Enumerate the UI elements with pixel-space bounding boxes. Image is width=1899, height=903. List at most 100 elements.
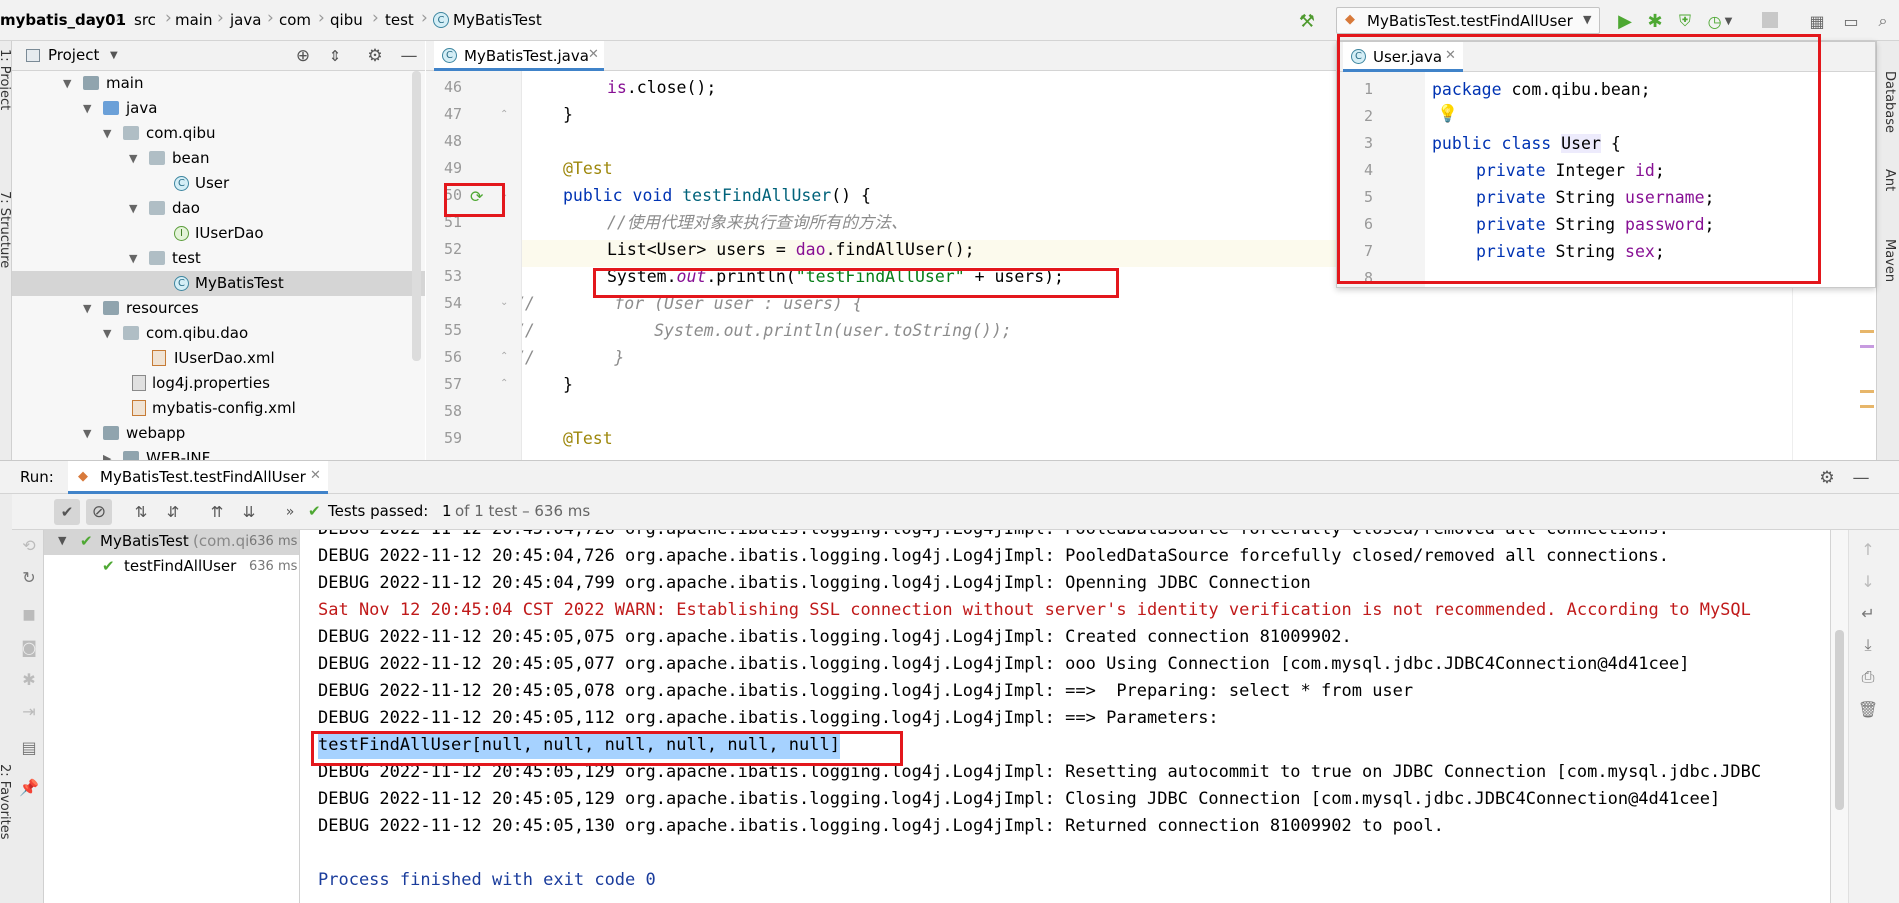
more-icon[interactable]: » <box>280 499 300 525</box>
run-icon[interactable]: ▶ <box>1614 10 1636 32</box>
locate-icon[interactable]: ⊕ <box>292 45 314 67</box>
debug-bug-icon[interactable]: ✱ <box>18 668 40 690</box>
debug-icon[interactable]: ✱ <box>1644 10 1666 32</box>
tree-item-webapp[interactable]: ▼ webapp <box>12 421 425 446</box>
sort-alpha-icon[interactable]: ⇅ <box>128 499 154 525</box>
minimize-icon[interactable]: — <box>1850 467 1872 489</box>
run-tab[interactable]: ◆ MyBatisTest.testFindAllUser ✕ <box>68 461 328 494</box>
code-line-59: @Test <box>563 429 613 448</box>
tree-item-web-inf[interactable]: ▶ WEB-INF <box>12 446 425 460</box>
breadcrumb-project[interactable]: mybatis_day01 <box>0 11 126 29</box>
tree-item-user[interactable]: C User <box>12 171 425 196</box>
console-scrollbar[interactable] <box>1831 530 1849 903</box>
breadcrumb-src[interactable]: src <box>134 11 156 29</box>
fold-icon[interactable]: ⌃ <box>500 351 508 362</box>
passed-check-icon: ✔ <box>102 557 115 575</box>
exit-icon[interactable]: ⇥ <box>18 700 40 722</box>
tree-item-com-qibu-dao[interactable]: ▼ com.qibu.dao <box>12 321 425 346</box>
camera-icon[interactable]: ◙ <box>18 636 40 658</box>
code-line-46: is.close(); <box>607 78 717 97</box>
layout-icon[interactable]: ▤ <box>18 736 40 758</box>
chevron-right-icon: › <box>115 8 122 28</box>
line-number: 54 <box>443 294 462 312</box>
favorites-tool-button[interactable]: 2: Favorites <box>0 764 12 840</box>
tree-scrollbar[interactable] <box>412 71 421 361</box>
tree-item-mybatis-config[interactable]: mybatis-config.xml <box>12 396 425 421</box>
ant-tool-button[interactable]: Ant <box>1882 169 1897 191</box>
fold-icon[interactable]: ⌃ <box>500 378 508 389</box>
coverage-icon[interactable]: ⛨ <box>1674 10 1696 32</box>
close-icon[interactable]: ✕ <box>310 468 321 483</box>
breadcrumb-java[interactable]: java <box>230 11 261 29</box>
tree-item-iuserdao[interactable]: I IUserDao <box>12 221 425 246</box>
tree-item-test[interactable]: ▼ test <box>12 246 425 271</box>
project-panel-title[interactable]: Project <box>48 46 99 64</box>
test-row-class[interactable]: ▼ ✔ MyBatisTest (com.qi 636 ms <box>44 530 299 555</box>
tree-item-label: webapp <box>126 424 186 442</box>
breadcrumb-main[interactable]: main <box>175 11 212 29</box>
rerun-failed-icon[interactable]: ⟲ <box>18 534 40 556</box>
collapse-all-icon[interactable]: ⇊ <box>236 499 262 525</box>
test-row-method[interactable]: ✔ testFindAllUser 636 ms <box>44 555 299 580</box>
project-tool-window-button[interactable]: 1: Project <box>0 49 12 110</box>
fold-icon[interactable]: ⌄ <box>500 297 508 308</box>
code-line-47: } <box>563 105 573 124</box>
gear-icon[interactable]: ⚙ <box>364 45 386 67</box>
code-line-51: //使用代理对象来执行查询所有的方法、 <box>607 213 908 232</box>
gear-icon[interactable]: ⚙ <box>1816 467 1838 489</box>
tree-item-log4j[interactable]: log4j.properties <box>12 371 425 396</box>
breadcrumb-file[interactable]: MyBatisTest <box>453 11 542 29</box>
run-config-select[interactable]: ◆ MyBatisTest.testFindAllUser ▼ <box>1336 7 1600 34</box>
close-icon[interactable]: ✕ <box>588 47 599 62</box>
breadcrumb-test[interactable]: test <box>385 11 414 29</box>
breadcrumb-qibu[interactable]: qibu <box>330 11 363 29</box>
structure-tool-window-button[interactable]: 7: Structure <box>0 191 12 268</box>
tree-item-com-qibu[interactable]: ▼ com.qibu <box>12 121 425 146</box>
run-toolbar: ✔ ⊘ ⇅ ⇵ ⇈ ⇊ » ✔ Tests passed: 1 of 1 tes… <box>12 494 1899 530</box>
maven-tool-button[interactable]: Maven <box>1882 239 1897 282</box>
build-hammer-icon[interactable]: ⚒ <box>1296 10 1318 32</box>
tree-item-resources[interactable]: ▼ resources <box>12 296 425 321</box>
scroll-to-end-icon[interactable]: ⤓ <box>1857 634 1879 656</box>
tree-item-dao[interactable]: ▼ dao <box>12 196 425 221</box>
editor-tab-bar: C MyBatisTest.java ✕ <box>426 41 1336 71</box>
tree-item-main[interactable]: ▼ main <box>12 71 425 96</box>
terminal-icon[interactable]: ▭ <box>1840 10 1862 32</box>
minimize-icon[interactable]: — <box>398 45 420 67</box>
tree-item-iuserdao-xml[interactable]: IUserDao.xml <box>12 346 425 371</box>
collapse-all-icon[interactable]: ⇕ <box>324 45 346 67</box>
stop-icon[interactable] <box>1762 12 1778 28</box>
tree-item-bean[interactable]: ▼ bean <box>12 146 425 171</box>
tree-item-java[interactable]: ▼ java <box>12 96 425 121</box>
dropdown-arrow-icon[interactable]: ▼ <box>110 50 118 61</box>
print-icon[interactable]: ⎙ <box>1857 666 1879 688</box>
package-icon <box>149 201 165 215</box>
tab-mybatistest[interactable]: C MyBatisTest.java ✕ <box>434 41 604 71</box>
project-structure-icon[interactable]: ▦ <box>1806 10 1828 32</box>
breadcrumb-com[interactable]: com <box>279 11 311 29</box>
up-arrow-icon[interactable]: ↑ <box>1857 538 1879 560</box>
expand-all-icon[interactable]: ⇈ <box>204 499 230 525</box>
web-folder-icon <box>103 426 119 440</box>
toggle-auto-test-icon[interactable]: ↻ <box>18 566 40 588</box>
tree-item-label: main <box>106 74 144 92</box>
code-line-57: } <box>563 375 573 394</box>
database-tool-button[interactable]: Database <box>1882 71 1897 133</box>
down-arrow-icon[interactable]: ↓ <box>1857 570 1879 592</box>
profile-icon[interactable]: ◷ ▼ <box>1704 10 1736 32</box>
console-line: DEBUG 2022-11-12 20:45:05,130 org.apache… <box>318 816 1444 836</box>
fold-icon[interactable]: ⌃ <box>500 109 508 120</box>
tree-item-mybatistest[interactable]: C MyBatisTest <box>12 271 425 296</box>
soft-wrap-icon[interactable]: ↵ <box>1857 602 1879 624</box>
search-icon[interactable]: ⌕ <box>1872 10 1894 32</box>
folder-icon <box>83 76 99 90</box>
scrollbar-thumb[interactable] <box>1835 630 1844 810</box>
console-output[interactable]: DEBUG 2022-11-12 20:45:04,726 org.apache… <box>300 530 1830 903</box>
line-number: 55 <box>443 321 462 339</box>
show-ignored-icon[interactable]: ⊘ <box>86 499 112 525</box>
trash-icon[interactable]: 🗑 <box>1857 698 1879 720</box>
pin-icon[interactable]: 📌 <box>18 776 40 798</box>
sort-duration-icon[interactable]: ⇵ <box>160 499 186 525</box>
stop-icon[interactable]: ■ <box>18 604 40 626</box>
show-passed-icon[interactable]: ✔ <box>54 499 80 525</box>
